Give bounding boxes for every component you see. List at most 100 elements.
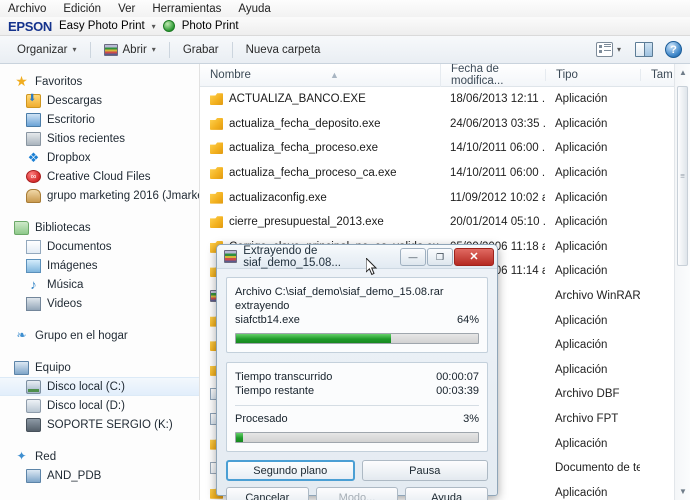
table-row[interactable]: actualiza_fecha_proceso_ca.exe 14/10/2011…: [200, 161, 690, 186]
sidebar-label: Imágenes: [47, 259, 98, 272]
table-row[interactable]: actualizaconfig.exe 11/09/2012 10:02 a...…: [200, 185, 690, 210]
scroll-up-button[interactable]: ▲: [675, 64, 690, 81]
sidebar-header-equipo[interactable]: Equipo: [0, 358, 199, 377]
sidebar-item-imagenes[interactable]: Imágenes: [0, 256, 199, 275]
dialog-title: Extrayendo de siaf_demo_15.08...: [243, 244, 342, 269]
sidebar-label: Música: [47, 278, 84, 291]
burn-button[interactable]: Grabar: [174, 41, 228, 59]
file-name-cell: cierre_presupuestal_2013.exe: [200, 216, 440, 229]
photo-print-button[interactable]: Photo Print: [182, 20, 239, 32]
new-folder-button[interactable]: Nueva carpeta: [237, 41, 330, 59]
table-row[interactable]: cierre_presupuestal_2013.exe 20/01/2014 0…: [200, 210, 690, 235]
sidebar-item-musica[interactable]: ♪ Música: [0, 275, 199, 294]
sidebar-item-soporte-sergio[interactable]: SOPORTE SERGIO (K:): [0, 415, 199, 434]
videos-icon: [26, 296, 41, 311]
scroll-down-button[interactable]: ▼: [675, 483, 690, 500]
file-name-cell: actualiza_fecha_proceso.exe: [200, 142, 440, 155]
dialog-button-row-2: Cancelar Modo... Ayuda: [226, 487, 489, 500]
sidebar-item-grupo-en-el-hogar[interactable]: ❧ Grupo en el hogar: [0, 326, 199, 345]
sidebar-label: Red: [35, 450, 57, 463]
dialog-body: Archivo C:\siaf_demo\siaf_demo_15.08.rar…: [217, 269, 497, 500]
processed-row: Procesado 3%: [235, 412, 479, 426]
sidebar-item-disco-local-c[interactable]: Disco local (C:): [0, 377, 199, 396]
table-row[interactable]: actualiza_fecha_proceso.exe 14/10/2011 06…: [200, 136, 690, 161]
file-name-cell: actualiza_fecha_proceso_ca.exe: [200, 167, 440, 180]
sidebar-label: Bibliotecas: [35, 221, 91, 234]
computer-icon: [14, 360, 29, 375]
panel-divider: [235, 405, 479, 406]
remaining-time-value: 00:03:39: [436, 385, 479, 397]
open-button[interactable]: Abrir ▾: [95, 41, 165, 59]
navigation-pane[interactable]: ★ Favoritos Descargas Escritorio Sitios …: [0, 64, 200, 500]
file-date-cell: 18/06/2013 12:11 ...: [450, 93, 545, 106]
dialog-button-row-1: Segundo plano Pausa: [226, 460, 488, 481]
sidebar-item-disco-local-d[interactable]: Disco local (D:): [0, 396, 199, 415]
sidebar-item-sitios-recientes[interactable]: Sitios recientes: [0, 129, 199, 148]
sidebar-label: Disco local (C:): [47, 380, 125, 393]
scrollbar-thumb[interactable]: ≡: [677, 86, 688, 266]
sidebar-item-creative-cloud-files[interactable]: ∞ Creative Cloud Files: [0, 167, 199, 186]
sidebar-header-red[interactable]: ✦ Red: [0, 447, 199, 466]
sidebar-item-videos[interactable]: Videos: [0, 294, 199, 313]
maximize-button[interactable]: ❐: [427, 247, 453, 266]
file-name-label: ACTUALIZA_BANCO.EXE: [229, 93, 366, 106]
organize-button[interactable]: Organizar ▾: [8, 41, 86, 59]
user-folder-icon: [26, 188, 41, 203]
current-file-name: siafctb14.exe: [235, 314, 300, 326]
organize-label: Organizar: [17, 43, 68, 56]
chevron-down-icon[interactable]: ▾: [617, 45, 621, 54]
toolbar-divider: [89, 41, 91, 58]
file-type-cell: Aplicación: [555, 167, 608, 180]
sidebar-item-escritorio[interactable]: Escritorio: [0, 110, 199, 129]
sidebar-label: Creative Cloud Files: [47, 170, 151, 183]
sidebar-label: AND_PDB: [47, 469, 102, 482]
views-icon[interactable]: [595, 42, 613, 57]
menu-item-ver[interactable]: Ver: [118, 3, 135, 15]
file-date-cell: 14/10/2011 06:00 ...: [450, 142, 545, 155]
file-type-cell: Aplicación: [555, 314, 608, 327]
current-file-percent: 64%: [456, 314, 479, 326]
sidebar-item-dropbox[interactable]: ❖ Dropbox: [0, 148, 199, 167]
minimize-button[interactable]: —: [400, 247, 426, 266]
dialog-title-bar[interactable]: Extrayendo de siaf_demo_15.08... — ❐ ✕: [217, 245, 497, 269]
menu-item-ayuda[interactable]: Ayuda: [238, 3, 270, 15]
pause-button[interactable]: Pausa: [361, 460, 488, 481]
table-row[interactable]: ACTUALIZA_BANCO.EXE 18/06/2013 12:11 ... A…: [200, 87, 690, 112]
winrar-extracting-dialog[interactable]: Extrayendo de siaf_demo_15.08... — ❐ ✕ A…: [216, 244, 498, 500]
help-icon[interactable]: ?: [665, 41, 682, 58]
epson-app-label[interactable]: Easy Photo Print: [59, 20, 145, 32]
menu-item-herramientas[interactable]: Herramientas: [152, 3, 221, 15]
menu-item-archivo[interactable]: Archivo: [8, 3, 46, 15]
chevron-down-icon[interactable]: ▾: [152, 22, 156, 31]
sidebar-header-favoritos[interactable]: ★ Favoritos: [0, 72, 199, 91]
column-header-fecha[interactable]: Fecha de modifica...: [440, 64, 545, 87]
file-type-cell: Aplicación: [555, 117, 608, 130]
help-button[interactable]: Ayuda: [405, 487, 489, 500]
elapsed-time-value: 00:00:07: [436, 371, 479, 383]
sidebar-item-documentos[interactable]: Documentos: [0, 237, 199, 256]
menu-item-edicion[interactable]: Edición: [63, 3, 101, 15]
sidebar-item-and-pdb[interactable]: AND_PDB: [0, 466, 199, 485]
explorer-toolbar: Organizar ▾ Abrir ▾ Grabar Nueva carpeta…: [0, 36, 690, 64]
file-name-label: actualiza_fecha_proceso.exe: [229, 142, 378, 155]
vertical-scrollbar[interactable]: ▲ ≡ ▼: [674, 64, 690, 500]
star-icon: ★: [15, 72, 28, 89]
sidebar-item-descargas[interactable]: Descargas: [0, 91, 199, 110]
table-row[interactable]: actualiza_fecha_deposito.exe 24/06/2013 0…: [200, 112, 690, 137]
libraries-icon: [14, 220, 29, 235]
close-button[interactable]: ✕: [454, 247, 494, 266]
column-header-nombre[interactable]: Nombre ▲: [200, 69, 440, 81]
sidebar-item-grupo-marketing[interactable]: grupo marketing 2016 (Jmarketir: [0, 186, 199, 205]
file-type-cell: Aplicación: [555, 216, 608, 229]
column-header-tipo[interactable]: Tipo: [545, 69, 640, 81]
sidebar-header-bibliotecas[interactable]: Bibliotecas: [0, 218, 199, 237]
sidebar-label: Escritorio: [47, 113, 95, 126]
background-button[interactable]: Segundo plano: [226, 460, 355, 481]
elapsed-time-row: Tiempo transcurrido 00:00:07: [235, 370, 479, 384]
cancel-button[interactable]: Cancelar: [226, 487, 309, 500]
preview-pane-icon[interactable]: [635, 42, 653, 57]
